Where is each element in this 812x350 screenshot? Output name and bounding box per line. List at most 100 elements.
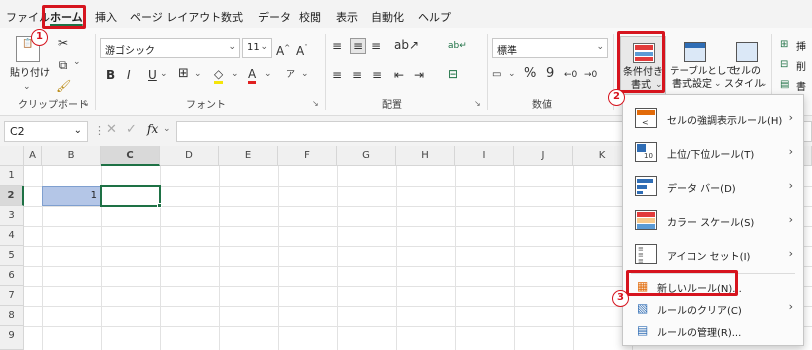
enter-icon[interactable]: ✓ — [126, 122, 137, 137]
font-launcher-icon[interactable]: ↘ — [312, 99, 319, 108]
font-color-icon[interactable]: A — [248, 67, 257, 84]
cancel-icon[interactable]: ✕ — [106, 122, 117, 137]
copy-icon[interactable]: ⧉ — [56, 58, 70, 72]
row-header-2[interactable]: 2 — [0, 186, 24, 206]
cell-c2-active[interactable] — [100, 185, 161, 207]
chevron-down-icon[interactable]: ⌄ — [163, 124, 171, 134]
phonetic-icon[interactable]: ア — [286, 68, 295, 82]
menu-item-clear-rules[interactable]: ▧ ルールのクリア(C) › — [623, 297, 803, 319]
menu-item-color-scales[interactable]: カラー スケール(S) › — [623, 203, 803, 237]
number-format-dropdown[interactable]: 標準 ⌄ — [492, 38, 608, 58]
copy-dropdown-icon[interactable]: ⌄ — [73, 57, 81, 67]
clipboard-group-label: クリップボード — [18, 100, 88, 111]
fill-color-dropdown-icon[interactable]: ⌄ — [231, 69, 239, 79]
borders-dropdown-icon[interactable]: ⌄ — [194, 69, 202, 79]
format-cells-icon[interactable]: ▤ — [780, 78, 789, 92]
insert-cells-icon[interactable]: ⊞ — [780, 38, 788, 52]
align-right-icon[interactable]: ≡ — [372, 68, 382, 82]
format-painter-icon[interactable]: 🖌 — [56, 79, 71, 93]
tab-view[interactable]: 表示 — [336, 9, 358, 25]
tab-automate[interactable]: 自動化 — [371, 9, 404, 25]
borders-icon[interactable]: ⊞ — [178, 67, 189, 81]
column-header-d[interactable]: D — [160, 146, 219, 166]
clipboard-launcher-icon[interactable]: ↘ — [82, 99, 89, 108]
column-header-g[interactable]: G — [337, 146, 396, 166]
italic-button[interactable]: I — [127, 68, 131, 82]
chevron-down-icon: ⌄ — [714, 79, 722, 89]
fill-color-icon[interactable]: ◇ — [214, 67, 224, 84]
underline-dropdown-icon[interactable]: ⌄ — [160, 69, 168, 79]
wrap-text-icon[interactable]: ab↵ — [448, 39, 467, 53]
decrease-font-size-icon[interactable]: Aˇ — [296, 41, 308, 58]
menu-item-data-bars[interactable]: データ バー(D) › — [623, 169, 803, 203]
row-header-5[interactable]: 5 — [0, 246, 24, 266]
font-color-dropdown-icon[interactable]: ⌄ — [264, 69, 272, 79]
alignment-launcher-icon[interactable]: ↘ — [474, 99, 481, 108]
delete-cells-icon[interactable]: ⊟ — [780, 58, 788, 72]
column-header-i[interactable]: I — [455, 146, 514, 166]
row-header-8[interactable]: 8 — [0, 306, 24, 326]
row-header-1[interactable]: 1 — [0, 166, 24, 186]
align-middle-icon[interactable]: ≡ — [350, 38, 366, 54]
font-size-dropdown[interactable]: 11 ⌄ — [242, 38, 272, 58]
tab-review[interactable]: 校閲 — [299, 9, 321, 25]
paste-dropdown-icon[interactable]: ⌄ — [23, 82, 31, 92]
underline-button[interactable]: U — [148, 68, 157, 82]
orientation-icon[interactable]: ab↗ — [394, 38, 419, 52]
font-name-dropdown[interactable]: 游ゴシック ⌄ — [100, 38, 240, 58]
row-header-3[interactable]: 3 — [0, 206, 24, 226]
percent-button[interactable]: % — [524, 67, 536, 81]
merge-center-icon[interactable]: ⊟ — [448, 67, 458, 81]
phonetic-dropdown-icon[interactable]: ⌄ — [301, 69, 309, 79]
column-header-h[interactable]: H — [396, 146, 455, 166]
tab-formulas[interactable]: 数式 — [221, 9, 243, 25]
menu-item-top-bottom-rules[interactable]: 10 上位/下位ルール(T) › — [623, 135, 803, 169]
decrease-decimal-icon[interactable]: →0 — [584, 68, 597, 82]
menu-item-highlight-rules[interactable]: < セルの強調表示ルール(H) › — [623, 101, 803, 135]
tab-help[interactable]: ヘルプ — [418, 9, 451, 25]
grid-line — [337, 166, 338, 350]
decrease-indent-icon[interactable]: ⇤ — [394, 68, 404, 82]
cut-icon[interactable]: ✂ — [56, 36, 70, 50]
select-all-corner[interactable] — [0, 146, 24, 166]
name-box[interactable]: C2 ⌄ — [4, 121, 88, 142]
fill-handle[interactable] — [157, 203, 162, 208]
align-top-icon[interactable]: ≡ — [332, 39, 342, 53]
font-name-value: 游ゴシック — [105, 46, 155, 57]
column-header-j[interactable]: J — [514, 146, 573, 166]
column-header-e[interactable]: E — [219, 146, 278, 166]
column-header-f[interactable]: F — [278, 146, 337, 166]
delete-cells-label[interactable]: 削 — [796, 58, 806, 73]
tab-page-layout[interactable]: ページ レイアウト — [130, 9, 221, 25]
row-header-6[interactable]: 6 — [0, 266, 24, 286]
increase-font-size-icon[interactable]: A^ — [276, 41, 290, 58]
format-as-table-button[interactable]: テーブルとして 書式設定 ⌄ — [670, 36, 736, 98]
cell-b2[interactable]: 1 — [42, 186, 101, 206]
tab-insert[interactable]: 挿入 — [95, 9, 117, 25]
menu-item-manage-rules[interactable]: ▤ ルールの管理(R)... — [623, 319, 803, 341]
column-header-b[interactable]: B — [42, 146, 101, 166]
menu-item-icon-sets[interactable]: ≡ ≡ ≡ アイコン セット(I) › — [623, 237, 803, 271]
insert-cells-label[interactable]: 挿 — [796, 38, 806, 53]
insert-function-button[interactable]: fx — [147, 122, 158, 136]
cell-styles-button[interactable]: セルの スタイル ⌄ — [724, 36, 768, 98]
format-cells-label[interactable]: 書 — [796, 78, 806, 93]
column-header-c[interactable]: C — [101, 146, 160, 166]
accounting-dropdown-icon[interactable]: ⌄ — [508, 69, 516, 79]
increase-decimal-icon[interactable]: ←0 — [564, 68, 577, 82]
chevron-right-icon: › — [788, 300, 793, 313]
paste-button-label[interactable]: 貼り付け — [10, 68, 50, 80]
accounting-format-icon[interactable]: ▭ — [492, 68, 501, 82]
align-left-icon[interactable]: ≡ — [332, 68, 342, 82]
row-header-9[interactable]: 9 — [0, 326, 24, 350]
tab-data[interactable]: データ — [258, 9, 291, 25]
align-center-icon[interactable]: ≡ — [352, 68, 362, 82]
align-bottom-icon[interactable]: ≡ — [371, 39, 381, 53]
column-header-a[interactable]: A — [24, 146, 42, 166]
row-header-7[interactable]: 7 — [0, 286, 24, 306]
comma-style-button[interactable]: 9 — [546, 67, 554, 81]
bold-button[interactable]: B — [106, 68, 115, 82]
row-header-4[interactable]: 4 — [0, 226, 24, 246]
increase-indent-icon[interactable]: ⇥ — [414, 68, 424, 82]
chevron-right-icon: › — [788, 111, 793, 124]
